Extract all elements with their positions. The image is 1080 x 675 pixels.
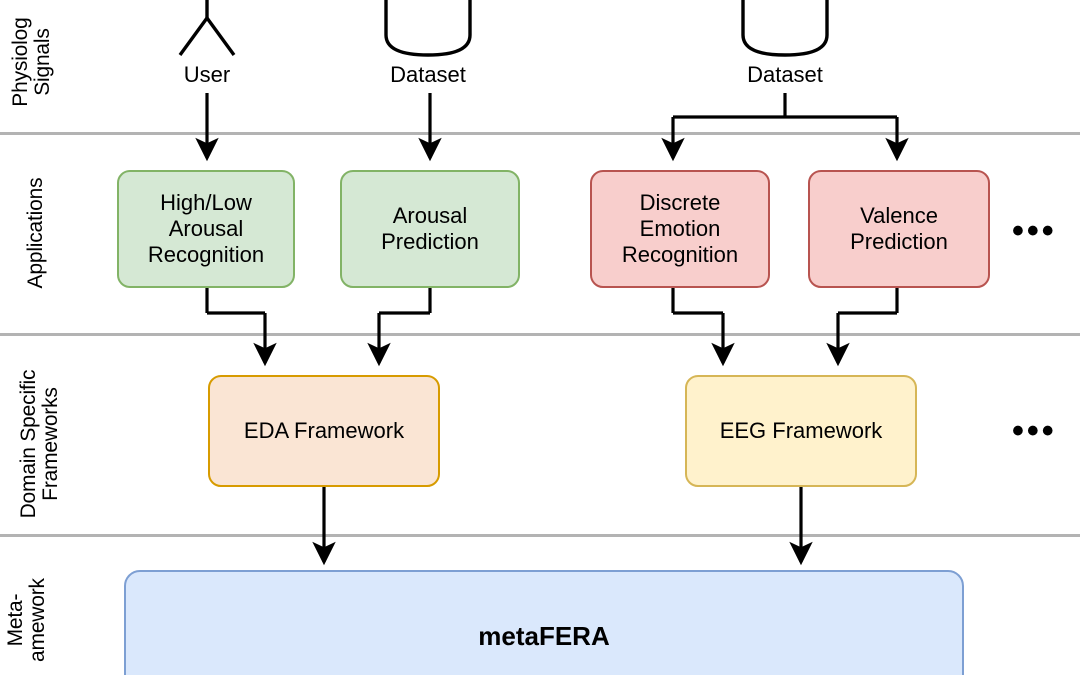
node-high-low-arousal-recognition[interactable]: High/Low Arousal Recognition xyxy=(117,170,295,288)
frameworks-ellipsis: ••• xyxy=(1012,412,1057,450)
node-arousal-prediction[interactable]: Arousal Prediction xyxy=(340,170,520,288)
band-label-meta-framework: Meta- amework xyxy=(3,578,49,662)
source-label-dataset-left: Dataset xyxy=(390,62,466,87)
database-cylinder-icon-right xyxy=(741,0,829,57)
applications-ellipsis: ••• xyxy=(1012,212,1057,250)
connector-discrete-emotion-to-eeg xyxy=(671,288,735,367)
user-stick-figure-icon xyxy=(178,0,236,57)
node-metafera[interactable]: metaFERA xyxy=(124,570,964,675)
node-eda-framework[interactable]: EDA Framework xyxy=(208,375,440,487)
node-eeg-framework[interactable]: EEG Framework xyxy=(685,375,917,487)
connector-high-low-arousal-to-eda xyxy=(205,288,277,367)
band-label-applications: Applications xyxy=(23,177,47,289)
database-cylinder-icon-left xyxy=(384,0,472,57)
band-label-physiological-signals: Physiolog Signals xyxy=(8,17,54,107)
band-label-domain-specific-frameworks: Domain Specific Frameworks xyxy=(16,369,62,519)
connector-arousal-prediction-to-eda xyxy=(367,288,432,367)
diagram-canvas: Physiolog Signals Applications Domain Sp… xyxy=(0,0,1080,675)
source-label-user: User xyxy=(183,62,231,87)
source-label-dataset-right: Dataset xyxy=(747,62,823,87)
node-discrete-emotion-recognition[interactable]: Discrete Emotion Recognition xyxy=(590,170,770,288)
connector-dataset-right-branch xyxy=(661,93,909,162)
node-valence-prediction[interactable]: Valence Prediction xyxy=(808,170,990,288)
connector-valence-prediction-to-eeg xyxy=(826,288,899,367)
